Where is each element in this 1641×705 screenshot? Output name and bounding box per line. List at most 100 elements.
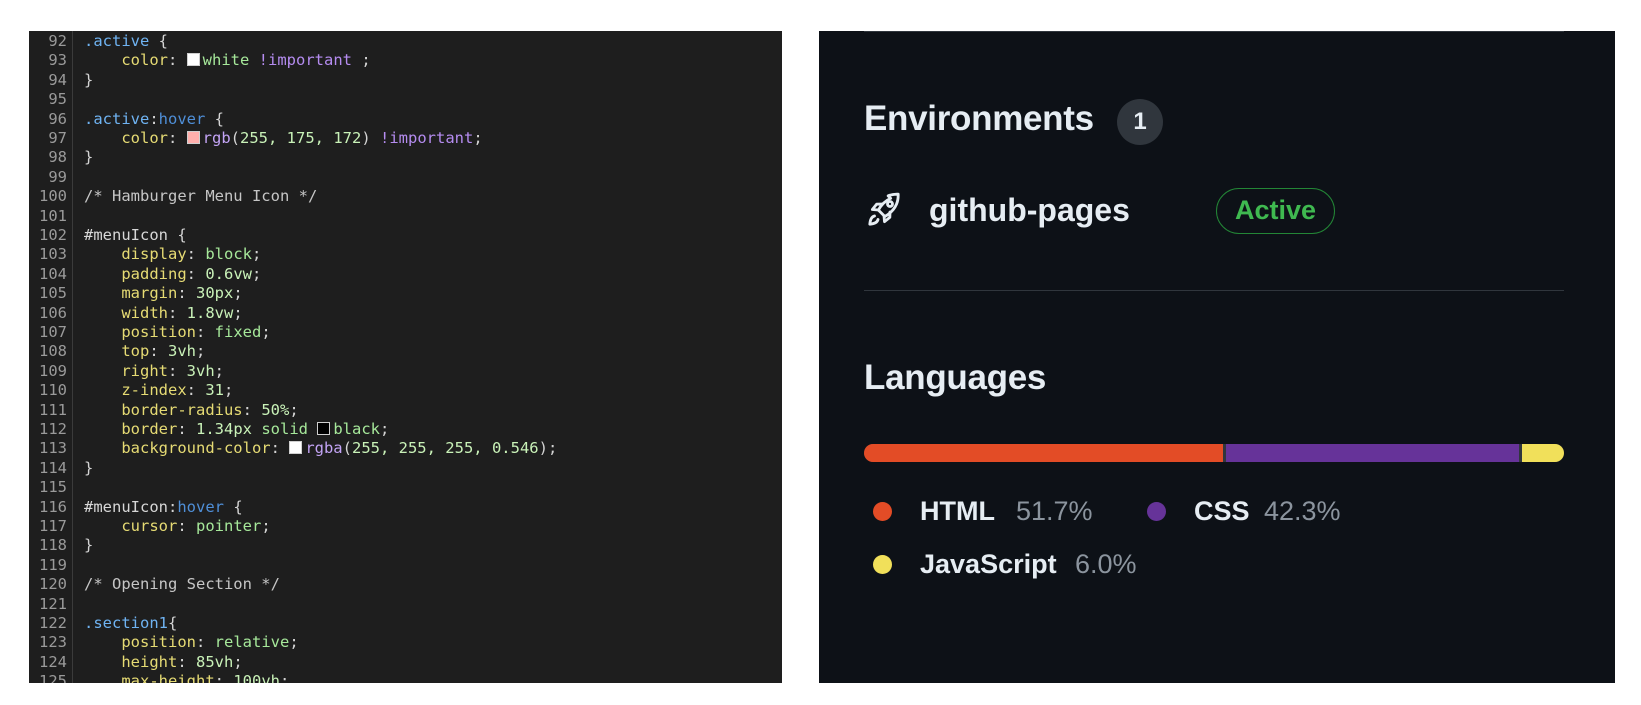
code-token: : — [177, 652, 196, 671]
line-number: 122 — [39, 614, 67, 632]
code-editor[interactable]: 92 .active {93 color: white !important ; 9… — [29, 31, 782, 683]
code-line[interactable]: 111 border-radius: 50%; — [29, 401, 782, 420]
code-token: height — [84, 652, 178, 671]
code-token: ; — [214, 361, 225, 380]
code-line[interactable]: 122 .section1{ — [29, 614, 782, 633]
language-color-dot — [1147, 502, 1166, 521]
code-line[interactable]: 118} — [29, 536, 782, 555]
code-line[interactable]: 102 #menuIcon { — [29, 226, 782, 245]
code-token: : — [195, 323, 215, 341]
code-line[interactable]: 115 — [29, 478, 782, 497]
code-token: ; — [252, 264, 262, 283]
code-text: background-color: rgba(255, 255, 255, 0.… — [84, 439, 557, 458]
code-line[interactable]: 94} — [29, 71, 782, 90]
code-token: : — [177, 284, 196, 303]
color-swatch[interactable] — [289, 441, 303, 455]
code-text: margin: 30px; — [84, 284, 242, 303]
line-number: 95 — [48, 90, 67, 109]
code-line[interactable]: 119 — [29, 556, 782, 575]
code-token: ; — [196, 342, 206, 361]
code-token: ; — [280, 672, 290, 683]
environments-heading[interactable]: Environments — [864, 99, 1094, 139]
language-bar-segment-javascript[interactable] — [1522, 444, 1564, 462]
code-text: top: 3vh; — [84, 342, 205, 361]
code-token: ; — [380, 420, 390, 438]
color-swatch[interactable] — [186, 53, 200, 67]
code-line[interactable]: 109 right: 3vh; — [29, 362, 782, 381]
code-token: { — [168, 614, 178, 632]
language-percent: 42.3% — [1264, 496, 1341, 526]
code-text: } — [84, 459, 93, 478]
code-token: !important — [249, 51, 352, 70]
code-line[interactable]: 106 width: 1.8vw; — [29, 304, 782, 323]
line-number: 101 — [39, 206, 67, 225]
code-line[interactable]: 103 display: block; — [29, 245, 782, 264]
language-bar-segment-css[interactable] — [1225, 444, 1520, 462]
code-line[interactable]: 108 top: 3vh; — [29, 342, 782, 361]
code-line[interactable]: 113 background-color: rgba(255, 255, 255… — [29, 439, 782, 458]
code-line[interactable]: 105 margin: 30px; — [29, 284, 782, 303]
language-color-dot — [873, 502, 892, 521]
code-line[interactable]: 101 — [29, 207, 782, 226]
code-line[interactable]: 121 — [29, 595, 782, 614]
code-line[interactable]: 100 /* Hamburger Menu Icon */ — [29, 187, 782, 206]
language-bar-segment-html[interactable] — [864, 444, 1223, 462]
code-line[interactable]: 96 .active:hover { — [29, 110, 782, 129]
language-item-html[interactable]: HTML 51.7% — [873, 493, 1113, 529]
code-line[interactable]: 107 position: fixed; — [29, 323, 782, 342]
code-line[interactable]: 104 padding: 0.6vw; — [29, 265, 782, 284]
code-token: pointer — [196, 517, 262, 535]
code-line[interactable]: 110 z-index: 31; — [29, 381, 782, 400]
code-line[interactable]: 116 #menuIcon:hover { — [29, 498, 782, 517]
language-item-javascript[interactable]: JavaScript 6.0% — [873, 546, 1173, 582]
code-token: 3vh — [168, 342, 196, 361]
code-line[interactable]: 98} — [29, 148, 782, 167]
environment-name-link[interactable]: github-pages — [929, 192, 1130, 229]
code-text: #menuIcon { — [84, 226, 187, 245]
language-item-css[interactable]: CSS 42.3% — [1147, 493, 1387, 529]
code-token: black — [333, 420, 380, 438]
line-number: 97 — [48, 129, 67, 147]
code-token: : — [195, 633, 215, 652]
line-number: 123 — [39, 633, 67, 652]
code-text: } — [84, 536, 93, 555]
code-line[interactable]: 95 — [29, 90, 782, 109]
code-line[interactable]: 114} — [29, 459, 782, 478]
code-text: color: white !important ; — [84, 51, 370, 70]
language-progress-bar[interactable] — [864, 444, 1564, 462]
code-line[interactable]: 125 max-height: 100vh; — [29, 672, 782, 683]
code-line[interactable]: 124 height: 85vh; — [29, 653, 782, 672]
color-swatch[interactable] — [317, 422, 331, 435]
language-percent: 51.7% — [1016, 496, 1093, 526]
code-line[interactable]: 112 border: 1.34px solid black; — [29, 420, 782, 439]
language-percent: 6.0% — [1075, 549, 1137, 579]
code-token: ; — [252, 245, 262, 264]
code-token: : — [186, 381, 206, 400]
code-line[interactable]: 97 color: rgb(255, 175, 172) !important; — [29, 129, 782, 148]
code-token: padding — [84, 264, 187, 283]
code-token: ; — [289, 633, 299, 652]
code-token: : — [149, 109, 159, 128]
code-token: ; — [473, 129, 483, 147]
code-token: solid — [252, 420, 318, 438]
code-token: 0.6vw — [205, 264, 252, 283]
code-line[interactable]: 92 .active { — [29, 32, 782, 51]
code-line[interactable]: 117 cursor: pointer; — [29, 517, 782, 536]
code-line[interactable]: 93 color: white !important ; — [29, 51, 782, 70]
code-text: padding: 0.6vw; — [84, 265, 261, 284]
environment-item[interactable]: github-pages Active — [864, 186, 1564, 236]
code-line[interactable]: 123 position: relative; — [29, 633, 782, 652]
code-text: border: 1.34px solid black; — [84, 420, 389, 439]
code-line[interactable]: 99 — [29, 168, 782, 187]
code-token: : — [168, 303, 187, 322]
line-number: 113 — [39, 439, 67, 458]
code-line[interactable]: 120 /* Opening Section */ — [29, 575, 782, 594]
code-token: : — [177, 420, 196, 438]
color-swatch[interactable] — [186, 131, 200, 144]
code-token: 255, 175, 172 — [240, 129, 362, 147]
code-token: ; — [289, 400, 299, 419]
code-token: 1.34px — [196, 420, 252, 438]
code-text: color: rgb(255, 175, 172) !important; — [84, 129, 483, 148]
code-token: : — [168, 129, 187, 147]
code-text: } — [84, 148, 93, 167]
